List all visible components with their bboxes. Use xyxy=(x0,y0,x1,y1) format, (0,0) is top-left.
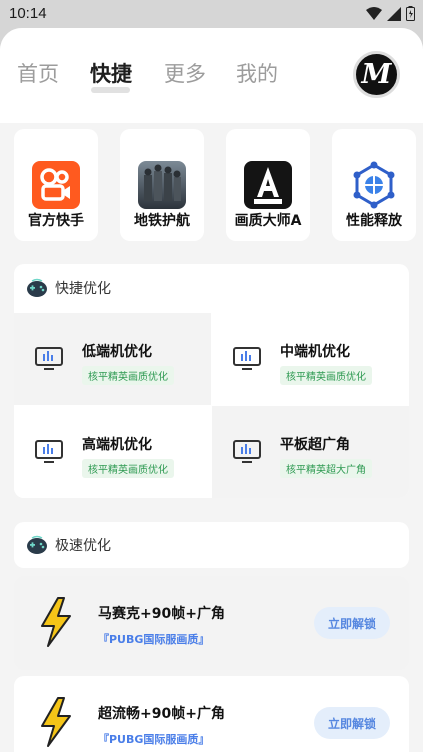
monitor-icon xyxy=(233,440,261,463)
speed-item-sub: 『PUBG国际服画质』 xyxy=(98,633,210,646)
option-badge: 核平精英画质优化 xyxy=(82,366,174,385)
quality-master-icon xyxy=(244,161,292,209)
wifi-icon xyxy=(366,6,382,20)
unlock-button[interactable]: 立即解锁 xyxy=(314,707,390,739)
signal-icon xyxy=(387,6,401,21)
app-label: 性能释放 xyxy=(346,213,402,229)
quick-optimize-panel: 快捷优化 低端机优化 核平精英画质优化 中端机优化 核平精英画质优化 高端机优化… xyxy=(14,264,409,498)
avatar-letter: M xyxy=(361,59,392,90)
option-badge: 核平精英画质优化 xyxy=(280,366,372,385)
status-bar: 10:14 xyxy=(0,0,423,30)
kuaishou-icon xyxy=(32,161,80,209)
speed-item-mosaic[interactable]: 马赛克+90帧+广角 『PUBG国际服画质』 立即解锁 xyxy=(14,576,409,670)
option-name: 中端机优化 xyxy=(280,344,350,360)
gamepad-icon xyxy=(27,278,47,297)
lightning-icon xyxy=(41,697,71,747)
performance-icon xyxy=(350,161,398,209)
app-label: 画质大师A xyxy=(234,213,302,229)
option-badge: 核平精英超大广角 xyxy=(280,459,372,478)
unlock-button[interactable]: 立即解锁 xyxy=(314,607,390,639)
monitor-icon xyxy=(35,440,63,463)
app-card-performance[interactable]: 性能释放 xyxy=(332,129,416,241)
app-card-quality-master[interactable]: 画质大师A xyxy=(226,129,310,241)
speed-item-sub: 『PUBG国际服画质』 xyxy=(98,733,210,746)
tab-mine[interactable]: 我的 xyxy=(236,58,278,88)
metro-game-icon xyxy=(138,161,186,209)
app-card-kuaishou[interactable]: 官方快手 xyxy=(14,129,98,241)
panel-title: 极速优化 xyxy=(55,538,111,554)
tablet-wide-option[interactable]: 平板超广角 核平精英超大广角 xyxy=(212,406,409,498)
panel-header: 快捷优化 xyxy=(26,278,111,298)
option-badge: 核平精英画质优化 xyxy=(82,459,174,478)
top-nav: 首页 快捷 更多 我的 M xyxy=(0,28,423,123)
speed-item-name: 马赛克+90帧+广角 xyxy=(98,606,225,622)
tab-home[interactable]: 首页 xyxy=(17,58,59,88)
status-icons xyxy=(366,6,415,21)
app-card-metro[interactable]: 地铁护航 xyxy=(120,129,204,241)
speed-optimize-header: 极速优化 xyxy=(14,522,409,568)
monitor-icon xyxy=(233,347,261,370)
app-label: 地铁护航 xyxy=(134,213,190,229)
tab-quick[interactable]: 快捷 xyxy=(90,58,132,88)
panel-header: 极速优化 xyxy=(26,535,111,555)
low-end-option[interactable]: 低端机优化 核平精英画质优化 xyxy=(14,313,211,405)
mid-end-option[interactable]: 中端机优化 核平精英画质优化 xyxy=(212,313,409,405)
battery-icon xyxy=(406,6,415,21)
panel-title: 快捷优化 xyxy=(55,281,111,297)
high-end-option[interactable]: 高端机优化 核平精英画质优化 xyxy=(14,406,211,498)
speed-item-name: 超流畅+90帧+广角 xyxy=(98,706,225,722)
gamepad-icon xyxy=(27,535,47,554)
avatar[interactable]: M xyxy=(353,51,400,98)
status-time: 10:14 xyxy=(9,5,47,22)
main-sheet: 首页 快捷 更多 我的 M 官方快手 地铁护航 画质大师A 性能释放 快捷优化 xyxy=(0,28,423,752)
monitor-icon xyxy=(35,347,63,370)
option-name: 高端机优化 xyxy=(82,437,152,453)
option-name: 低端机优化 xyxy=(82,344,152,360)
tab-more[interactable]: 更多 xyxy=(164,58,206,88)
active-tab-indicator xyxy=(91,87,130,93)
lightning-icon xyxy=(41,597,71,647)
speed-item-smooth[interactable]: 超流畅+90帧+广角 『PUBG国际服画质』 立即解锁 xyxy=(14,676,409,752)
app-label: 官方快手 xyxy=(28,213,84,229)
option-name: 平板超广角 xyxy=(280,437,350,453)
